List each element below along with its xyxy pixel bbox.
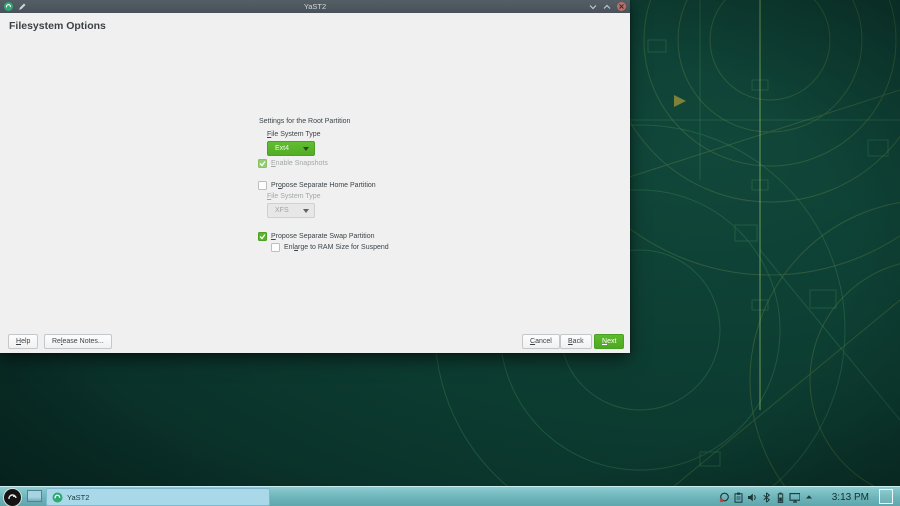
window-title: YaST2 [0, 0, 630, 13]
taskbar-task-yast2[interactable]: YaST2 [46, 488, 270, 506]
enable-snapshots-row: Enable Snapshots [258, 159, 328, 168]
next-button[interactable]: Next [594, 334, 624, 349]
display-icon[interactable] [789, 492, 800, 503]
root-fs-type-label: File System Type [267, 131, 321, 138]
home-fs-type-dropdown[interactable]: XFS [267, 203, 315, 218]
home-partition-checkbox[interactable] [258, 181, 267, 190]
enlarge-swap-checkbox[interactable] [271, 243, 280, 252]
expand-tray-icon[interactable] [803, 492, 814, 503]
swap-partition-label: Propose Separate Swap Partition [271, 233, 375, 240]
desktop-pager[interactable] [27, 490, 42, 502]
volume-icon[interactable] [747, 492, 758, 503]
enlarge-swap-label: Enlarge to RAM Size for Suspend [284, 244, 389, 251]
yast-app-icon [52, 492, 63, 503]
home-fs-type-label: File System Type [267, 193, 321, 200]
root-section-label: Settings for the Root Partition [259, 118, 350, 125]
chevron-down-icon [303, 209, 309, 213]
page-title: Filesystem Options [9, 20, 106, 32]
check-icon [259, 160, 266, 167]
release-notes-button[interactable]: Release Notes... [44, 334, 112, 349]
clock[interactable]: 3:13 PM [832, 487, 869, 506]
back-button[interactable]: Back [560, 334, 592, 349]
help-button[interactable]: Help [8, 334, 38, 349]
clipboard-icon[interactable] [733, 492, 744, 503]
root-fs-type-value: Ext4 [275, 145, 289, 152]
yast2-window: YaST2 Filesystem Options Settings for th… [0, 0, 630, 353]
bluetooth-icon[interactable] [761, 492, 772, 503]
chevron-down-icon [303, 147, 309, 151]
cancel-button[interactable]: Cancel [522, 334, 560, 349]
close-icon[interactable] [617, 2, 626, 11]
yast-app-icon [4, 2, 13, 11]
minimize-icon[interactable] [589, 4, 597, 10]
enlarge-swap-row: Enlarge to RAM Size for Suspend [271, 243, 389, 252]
battery-icon[interactable] [775, 492, 786, 503]
enable-snapshots-checkbox[interactable] [258, 159, 267, 168]
root-fs-type-dropdown[interactable]: Ext4 [267, 141, 315, 156]
home-partition-row: Propose Separate Home Partition [258, 181, 376, 190]
task-label: YaST2 [67, 493, 89, 502]
home-partition-label: Propose Separate Home Partition [271, 182, 376, 189]
check-icon [259, 233, 266, 240]
show-desktop-button[interactable] [879, 489, 893, 504]
home-fs-type-value: XFS [275, 207, 289, 214]
pencil-icon [18, 3, 26, 11]
desktop: YaST2 Filesystem Options Settings for th… [0, 0, 900, 506]
opensuse-launcher-icon[interactable] [3, 488, 22, 506]
swap-partition-checkbox[interactable] [258, 232, 267, 241]
enable-snapshots-label: Enable Snapshots [271, 160, 328, 167]
maximize-icon[interactable] [603, 4, 611, 10]
system-tray [719, 487, 814, 506]
swap-partition-row: Propose Separate Swap Partition [258, 232, 375, 241]
software-update-icon[interactable] [719, 492, 730, 503]
taskbar: YaST2 [0, 486, 900, 506]
titlebar[interactable]: YaST2 [0, 0, 630, 13]
